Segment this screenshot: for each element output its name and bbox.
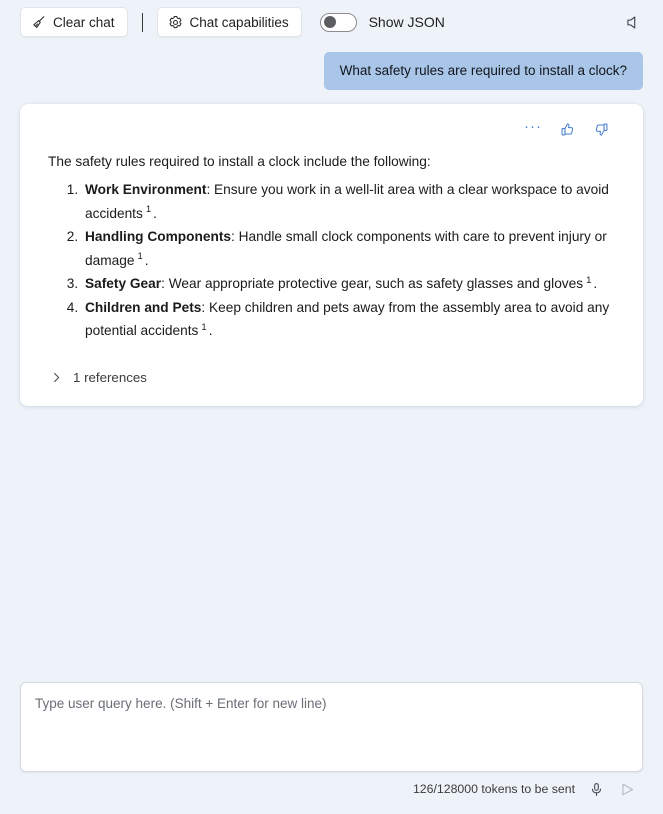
citation-marker[interactable]: 1 — [143, 204, 153, 215]
list-item: Handling Components: Handle small clock … — [82, 225, 623, 272]
user-message-bubble: What safety rules are required to instal… — [323, 52, 643, 91]
composer-area: Type user query here. (Shift + Enter for… — [0, 682, 663, 814]
chat-capabilities-button[interactable]: Chat capabilities — [156, 7, 302, 37]
citation-marker[interactable]: 1 — [198, 322, 208, 333]
list-item-text: : Wear appropriate protective gear, such… — [161, 276, 584, 292]
citation-marker[interactable]: 1 — [134, 251, 144, 262]
chevron-right-icon — [50, 371, 63, 384]
list-item-title: Work Environment — [85, 182, 207, 198]
conversation-area: What safety rules are required to instal… — [0, 44, 663, 407]
microphone-button[interactable] — [586, 779, 606, 799]
show-json-label: Show JSON — [368, 14, 445, 30]
ellipsis-icon: ··· — [524, 118, 542, 136]
list-item-title: Handling Components — [85, 229, 231, 245]
list-item-trailing: . — [593, 276, 598, 292]
send-button[interactable] — [617, 779, 637, 799]
query-input-placeholder: Type user query here. (Shift + Enter for… — [35, 696, 327, 711]
thumbs-up-button[interactable] — [557, 119, 577, 139]
references-label: 1 references — [73, 370, 147, 386]
list-item-trailing: . — [208, 323, 213, 339]
clear-chat-button[interactable]: Clear chat — [20, 7, 128, 37]
list-item-title: Children and Pets — [85, 299, 202, 315]
send-icon — [619, 781, 636, 798]
broom-icon — [31, 15, 46, 30]
speaker-mute-icon — [625, 14, 642, 31]
list-item: Work Environment: Ensure you work in a w… — [82, 178, 623, 225]
composer-status-row: 126/128000 tokens to be sent — [20, 772, 643, 806]
thumbs-down-button[interactable] — [591, 119, 611, 139]
response-intro: The safety rules required to install a c… — [48, 154, 431, 170]
response-actions: ··· — [40, 116, 623, 142]
query-input[interactable]: Type user query here. (Shift + Enter for… — [20, 682, 643, 772]
references-toggle[interactable]: 1 references — [48, 367, 153, 388]
list-item-trailing: . — [153, 205, 157, 221]
clear-chat-label: Clear chat — [53, 14, 115, 30]
show-json-toggle-group: Show JSON — [319, 12, 445, 32]
toggle-knob — [323, 16, 336, 28]
citation-marker[interactable]: 1 — [583, 275, 593, 286]
user-message-row: What safety rules are required to instal… — [20, 52, 643, 91]
show-json-toggle[interactable] — [319, 12, 357, 32]
list-item: Safety Gear: Wear appropriate protective… — [82, 272, 623, 296]
token-count-label: 126/128000 tokens to be sent — [412, 782, 575, 796]
thumbs-up-icon — [560, 122, 575, 137]
chat-capabilities-label: Chat capabilities — [189, 14, 289, 30]
toolbar-divider — [141, 12, 143, 32]
microphone-icon — [589, 782, 604, 797]
safety-rules-list: Work Environment: Ensure you work in a w… — [40, 178, 623, 343]
thumbs-down-icon — [594, 122, 609, 137]
list-item-trailing: . — [144, 252, 149, 268]
list-item-title: Safety Gear — [85, 276, 162, 292]
speaker-mute-button[interactable] — [619, 8, 647, 36]
more-options-button[interactable]: ··· — [523, 119, 543, 139]
gear-icon — [168, 15, 183, 30]
assistant-response-card: ··· The safety rules required to install… — [20, 104, 643, 407]
top-toolbar: Clear chat Chat capabilities Show JSON — [0, 0, 663, 44]
list-item: Children and Pets: Keep children and pet… — [82, 296, 623, 343]
